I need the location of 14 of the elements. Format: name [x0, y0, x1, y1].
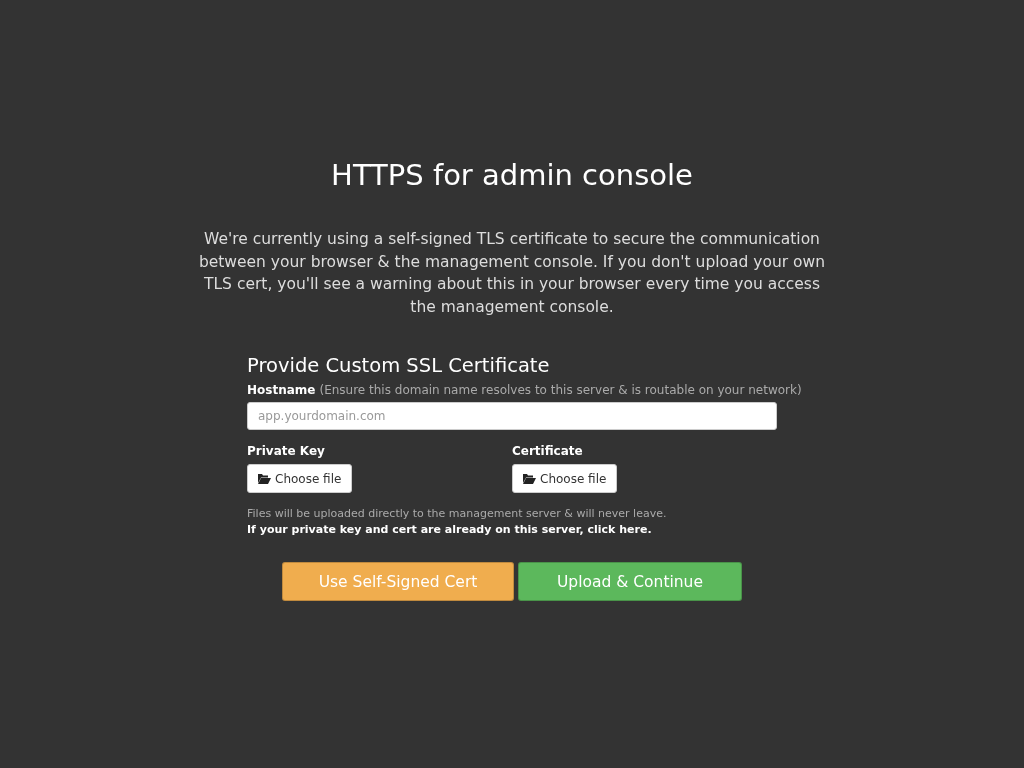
field-label: Private Key [247, 444, 326, 458]
folder-icon [258, 473, 271, 484]
field-label: Certificate [512, 444, 584, 458]
field-hint: (Ensure this domain name resolves to this server & is routable on your network) [319, 383, 802, 397]
page-title: HTTPS for admin console [331, 158, 693, 192]
upload-note: Files will be uploaded directly to the management server & will never leave. [247, 507, 668, 520]
existing-cert-link[interactable]: If your private key and cert are already on this server, click here. [247, 523, 652, 536]
section-heading: Provide Custom SSL Certificate [247, 354, 551, 377]
field-label: Hostname [247, 383, 316, 397]
folder-icon [523, 473, 536, 484]
hostname-field[interactable]: app.yourdomain.com [247, 402, 777, 430]
choose-file-button[interactable]: Choose file [247, 464, 353, 493]
intro-text: We're currently using a self-signed TLS certificate to secure the communication between your browser & the management console. If you don't upload your own TLS cert, you'll see a warning about this in your browser every time you access the management console. [197, 229, 827, 318]
choose-file-button[interactable]: Choose file [512, 464, 618, 493]
